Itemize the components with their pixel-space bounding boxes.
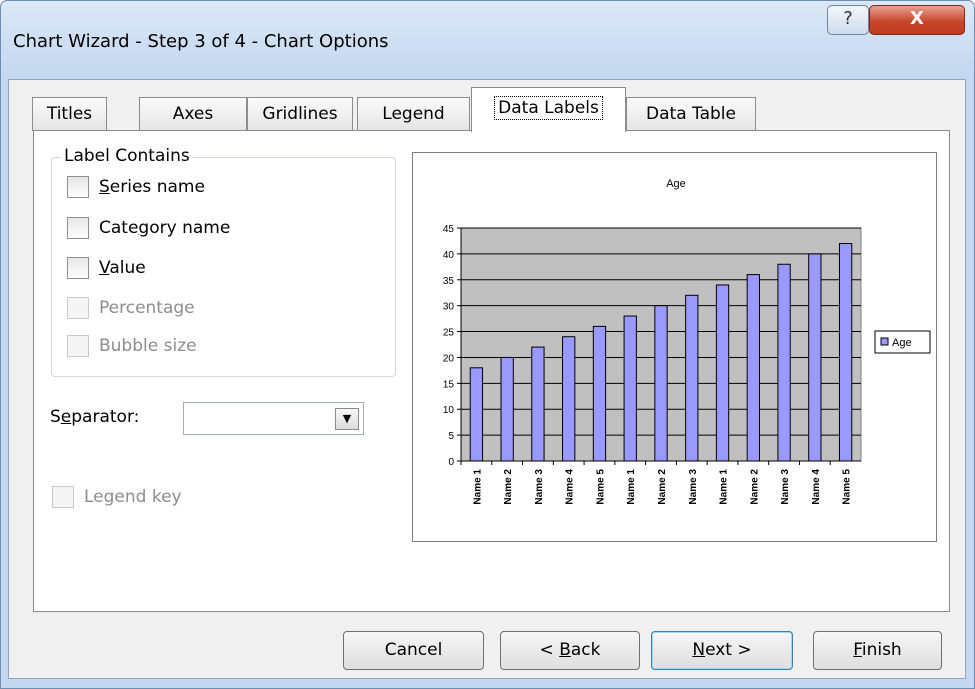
y-tick-label: 15 bbox=[443, 379, 455, 390]
bar bbox=[808, 253, 822, 462]
chart-svg: Age 0 5 10 15 20 25 30 35 40 45 Name 1 Name 2 Name 3 N… bbox=[443, 178, 931, 505]
chevron-down-icon[interactable]: ▼ bbox=[335, 408, 359, 430]
next-button[interactable]: Next > bbox=[651, 631, 793, 670]
back-button[interactable]: < Back bbox=[500, 631, 640, 670]
label-contains-legend: Label Contains bbox=[61, 146, 193, 166]
series-name-checkbox[interactable]: Series name bbox=[67, 176, 205, 198]
percentage-checkbox: Percentage bbox=[67, 297, 195, 319]
y-tick-label: 35 bbox=[443, 276, 455, 287]
tab-titles[interactable]: Titles bbox=[32, 97, 107, 131]
y-tick-label: 5 bbox=[448, 431, 454, 442]
tab-data-table[interactable]: Data Table bbox=[626, 97, 756, 131]
x-tick-label: Name 3 bbox=[688, 469, 699, 505]
y-tick-label: 0 bbox=[448, 457, 454, 468]
y-tick-label: 20 bbox=[443, 353, 455, 364]
x-tick-label: Name 1 bbox=[626, 469, 637, 505]
cancel-button[interactable]: Cancel bbox=[343, 631, 484, 670]
x-tick-label: Name 5 bbox=[842, 469, 853, 505]
checkbox-box bbox=[52, 486, 74, 508]
bar bbox=[623, 315, 637, 462]
x-tick-label: Name 2 bbox=[657, 469, 668, 505]
y-tick-label: 25 bbox=[443, 328, 455, 339]
bar bbox=[654, 305, 668, 462]
bar bbox=[777, 263, 791, 462]
bar bbox=[500, 356, 514, 462]
series-name-label: Series name bbox=[99, 177, 205, 197]
help-button[interactable]: ? bbox=[827, 5, 869, 35]
tab-axes[interactable]: Axes bbox=[139, 97, 247, 131]
separator-label: Separator: bbox=[50, 407, 140, 427]
x-tick-label: Name 4 bbox=[811, 469, 822, 505]
x-tick-label: Name 3 bbox=[534, 469, 545, 505]
tab-gridlines[interactable]: Gridlines bbox=[247, 97, 353, 131]
tab-data-labels[interactable]: Data Labels bbox=[471, 87, 626, 132]
checkbox-box[interactable] bbox=[67, 176, 89, 198]
legend-swatch bbox=[880, 337, 889, 346]
category-name-label: Category name bbox=[99, 218, 231, 238]
bar bbox=[685, 294, 699, 462]
x-tick-label: Name 4 bbox=[565, 469, 576, 505]
value-label: Value bbox=[99, 258, 146, 278]
bar bbox=[562, 336, 576, 462]
checkbox-box bbox=[67, 335, 89, 357]
bar bbox=[592, 325, 607, 462]
category-name-checkbox[interactable]: Category name bbox=[67, 217, 230, 239]
bar bbox=[469, 367, 484, 462]
y-tick-label: 45 bbox=[443, 224, 455, 235]
y-tick-label: 30 bbox=[443, 302, 455, 313]
window-title: Chart Wizard - Step 3 of 4 - Chart Optio… bbox=[13, 31, 389, 52]
x-tick-label: Name 1 bbox=[719, 469, 730, 505]
value-checkbox[interactable]: Value bbox=[67, 257, 146, 279]
percentage-label: Percentage bbox=[99, 298, 195, 318]
x-tick-label: Name 3 bbox=[780, 469, 791, 505]
checkbox-box[interactable] bbox=[67, 217, 89, 239]
y-tick-label: 10 bbox=[443, 405, 455, 416]
checkbox-box bbox=[67, 297, 89, 319]
x-tick-label: Name 5 bbox=[595, 469, 606, 505]
bar bbox=[715, 284, 730, 462]
separator-dropdown[interactable]: ▼ bbox=[183, 402, 364, 435]
legend-key-label: Legend key bbox=[84, 487, 182, 507]
bar bbox=[838, 243, 853, 462]
legend-label: Age bbox=[892, 337, 912, 349]
bubble-size-label: Bubble size bbox=[99, 336, 197, 356]
finish-button[interactable]: Finish bbox=[813, 631, 942, 670]
x-tick-label: Name 2 bbox=[749, 469, 760, 505]
bubble-size-checkbox: Bubble size bbox=[67, 335, 197, 357]
bar bbox=[531, 346, 545, 462]
title-bar: Chart Wizard - Step 3 of 4 - Chart Optio… bbox=[1, 1, 974, 79]
bar bbox=[746, 274, 760, 462]
close-button[interactable]: X bbox=[869, 5, 965, 35]
chart-title: Age bbox=[666, 178, 686, 190]
x-tick-label: Name 2 bbox=[503, 469, 514, 505]
legend-key-checkbox: Legend key bbox=[52, 486, 182, 508]
tab-legend[interactable]: Legend bbox=[357, 97, 470, 131]
chart-preview: Age 0 5 10 15 20 25 30 35 40 45 Name 1 Name 2 Name 3 N… bbox=[412, 152, 937, 542]
x-tick-label: Name 1 bbox=[472, 469, 483, 505]
checkbox-box[interactable] bbox=[67, 257, 89, 279]
y-tick-label: 40 bbox=[443, 250, 455, 261]
